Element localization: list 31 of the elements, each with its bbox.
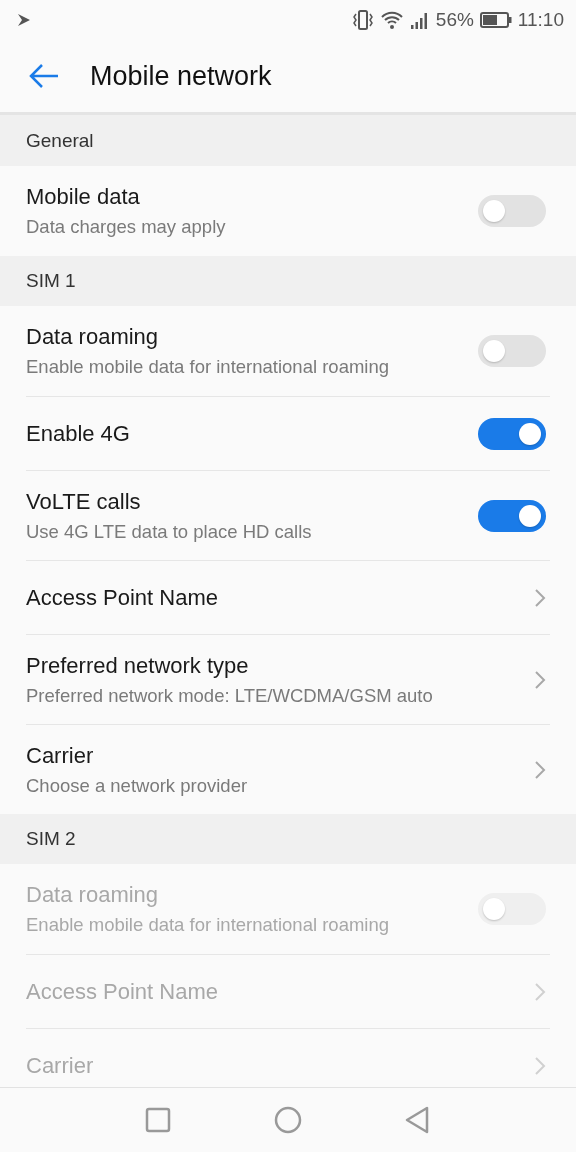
battery-percent: 56% [435,9,474,31]
toggle-switch[interactable] [478,417,546,450]
setting-description: Use 4G LTE data to place HD calls [26,520,313,543]
setting-description: Preferred network mode: LTE/WCDMA/GSM auto [26,684,434,707]
vibrate-icon [351,9,374,31]
clock: 11:10 [517,9,564,31]
setting-title[interactable]: Enable 4G [26,420,478,447]
setting-title[interactable]: Mobile data [26,184,478,210]
setting-title[interactable]: Data roaming [26,324,478,350]
notification-icon [16,12,32,28]
recents-button[interactable] [143,1105,173,1135]
setting-title[interactable]: Access Point Name [26,584,534,611]
section-header: General [0,115,576,166]
battery-icon [479,11,512,29]
setting-description: Data charges may apply [26,216,227,238]
section-header: SIM 2 [0,814,576,864]
setting-description: Enable mobile data for international roaming [26,914,391,936]
section-header: SIM 1 [0,256,576,306]
page-title: Mobile network [90,60,272,92]
setting-title[interactable]: Preferred network type [26,652,534,679]
setting-description: Choose a network provider [26,774,249,797]
toggle-switch[interactable] [478,499,546,532]
signal-icon [409,10,430,30]
setting-title[interactable]: VoLTE calls [26,488,478,515]
setting-description: Enable mobile data for international roaming [26,356,391,378]
toggle-switch[interactable] [478,335,546,367]
setting-title[interactable]: Carrier [26,742,534,769]
toggle-switch[interactable] [478,195,546,227]
home-button[interactable] [273,1105,303,1135]
wifi-icon [379,10,404,30]
back-arrow-icon[interactable] [28,63,60,89]
